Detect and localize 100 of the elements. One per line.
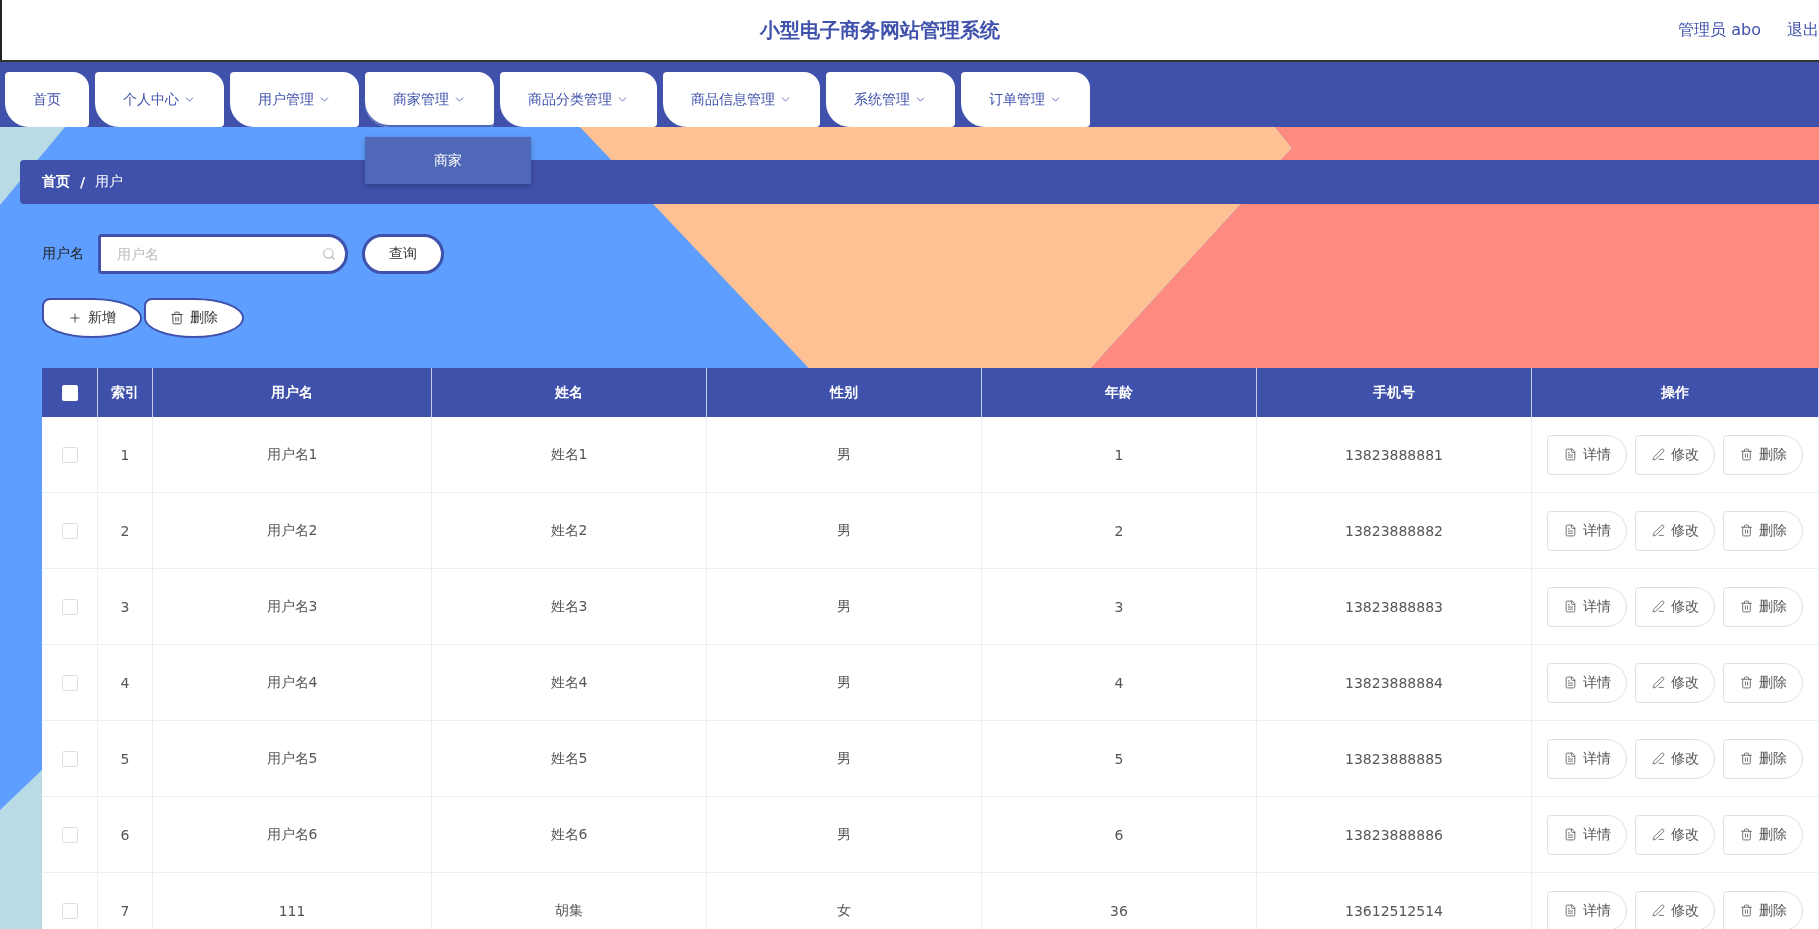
plus-icon bbox=[68, 311, 82, 325]
table-cell: 13823888885 bbox=[1257, 721, 1532, 797]
pen-icon bbox=[1651, 904, 1665, 917]
table-cell: 用户名3 bbox=[153, 569, 432, 645]
table-cell: 7 bbox=[98, 873, 153, 929]
nav-tab[interactable]: 订单管理 bbox=[961, 72, 1090, 127]
pen-icon bbox=[1651, 676, 1665, 689]
edit-button[interactable]: 修改 bbox=[1635, 510, 1715, 551]
row-checkbox[interactable] bbox=[61, 750, 78, 767]
table-cell: 13612512514 bbox=[1257, 873, 1532, 929]
search-field[interactable]: 用户名 bbox=[98, 234, 348, 274]
table-cell: 1 bbox=[982, 417, 1257, 493]
delete-button[interactable]: 删除 bbox=[1723, 586, 1803, 627]
user-name: 管理员 abo bbox=[1678, 19, 1761, 41]
table-cell: 13823888883 bbox=[1257, 569, 1532, 645]
column-header: 年龄 bbox=[982, 368, 1257, 417]
row-checkbox[interactable] bbox=[61, 598, 78, 615]
trash-icon bbox=[1739, 676, 1753, 689]
nav-tab[interactable]: 商品信息管理 bbox=[663, 72, 820, 127]
pen-icon bbox=[1651, 828, 1665, 841]
detail-button[interactable]: 详情 bbox=[1547, 814, 1627, 855]
table-cell: 111 bbox=[153, 873, 432, 929]
trash-icon bbox=[1739, 904, 1753, 917]
column-header: 操作 bbox=[1532, 368, 1819, 417]
detail-button[interactable]: 详情 bbox=[1547, 586, 1627, 627]
row-checkbox[interactable] bbox=[61, 522, 78, 539]
detail-button[interactable]: 详情 bbox=[1547, 510, 1627, 551]
detail-button[interactable]: 详情 bbox=[1547, 890, 1627, 929]
table-cell: 男 bbox=[707, 645, 982, 721]
row-checkbox[interactable] bbox=[61, 674, 78, 691]
table-cell: 姓名1 bbox=[432, 417, 707, 493]
table-cell: 13823888881 bbox=[1257, 417, 1532, 493]
table-cell: 姓名3 bbox=[432, 569, 707, 645]
table-cell: 1 bbox=[98, 417, 153, 493]
edit-button[interactable]: 修改 bbox=[1635, 814, 1715, 855]
table-cell: 6 bbox=[982, 797, 1257, 873]
nav-tab[interactable]: 个人中心 bbox=[95, 72, 224, 127]
pen-icon bbox=[1651, 524, 1665, 537]
delete-button[interactable]: 删除 bbox=[1723, 434, 1803, 475]
table-cell: 姓名2 bbox=[432, 493, 707, 569]
detail-button[interactable]: 详情 bbox=[1547, 662, 1627, 703]
row-checkbox[interactable] bbox=[61, 446, 78, 463]
table-cell: 用户名5 bbox=[153, 721, 432, 797]
table-cell: 男 bbox=[707, 569, 982, 645]
logout-link[interactable]: 退出 bbox=[1787, 19, 1819, 41]
table-cell: 姓名6 bbox=[432, 797, 707, 873]
nav-tab[interactable]: 商品分类管理 bbox=[500, 72, 657, 127]
nav-tab[interactable]: 用户管理 bbox=[230, 72, 359, 127]
edit-button[interactable]: 修改 bbox=[1635, 434, 1715, 475]
table-cell: 胡集 bbox=[432, 873, 707, 929]
edit-button[interactable]: 修改 bbox=[1635, 890, 1715, 929]
table-cell: 2 bbox=[98, 493, 153, 569]
trash-icon bbox=[1739, 448, 1753, 461]
pen-icon bbox=[1651, 752, 1665, 765]
trash-icon bbox=[1739, 524, 1753, 537]
document-icon bbox=[1563, 904, 1577, 917]
edit-button[interactable]: 修改 bbox=[1635, 662, 1715, 703]
table-cell: 13823888884 bbox=[1257, 645, 1532, 721]
delete-button[interactable]: 删除 bbox=[1723, 738, 1803, 779]
nav-tab[interactable]: 首页 bbox=[5, 72, 89, 127]
delete-button[interactable]: 删除 bbox=[1723, 814, 1803, 855]
delete-button[interactable]: 删除 bbox=[1723, 510, 1803, 551]
select-all-checkbox[interactable] bbox=[61, 384, 78, 401]
table-cell: 3 bbox=[98, 569, 153, 645]
column-header: 姓名 bbox=[432, 368, 707, 417]
table-cell: 3 bbox=[982, 569, 1257, 645]
app-title: 小型电子商务网站管理系统 bbox=[758, 16, 1002, 44]
row-checkbox[interactable] bbox=[61, 826, 78, 843]
edit-button[interactable]: 修改 bbox=[1635, 738, 1715, 779]
trash-icon bbox=[1739, 752, 1753, 765]
query-button[interactable]: 查询 bbox=[362, 234, 444, 274]
table-cell: 4 bbox=[982, 645, 1257, 721]
nav-tab[interactable]: 系统管理 bbox=[826, 72, 955, 127]
table-cell: 姓名5 bbox=[432, 721, 707, 797]
delete-button[interactable]: 删除 bbox=[1723, 662, 1803, 703]
detail-button[interactable]: 详情 bbox=[1547, 434, 1627, 475]
table-cell: 13823888882 bbox=[1257, 493, 1532, 569]
menu-item[interactable]: 商家 bbox=[365, 137, 531, 184]
breadcrumb-item[interactable]: 首页 bbox=[42, 173, 70, 191]
document-icon bbox=[1563, 752, 1577, 765]
detail-button[interactable]: 详情 bbox=[1547, 738, 1627, 779]
table-cell: 5 bbox=[982, 721, 1257, 797]
row-checkbox[interactable] bbox=[61, 902, 78, 919]
trash-icon bbox=[170, 311, 184, 325]
breadcrumb-separator: / bbox=[80, 174, 86, 190]
table-cell: 6 bbox=[98, 797, 153, 873]
table-cell: 用户名2 bbox=[153, 493, 432, 569]
table-cell: 13823888886 bbox=[1257, 797, 1532, 873]
document-icon bbox=[1563, 828, 1577, 841]
table-cell: 女 bbox=[707, 873, 982, 929]
edit-button[interactable]: 修改 bbox=[1635, 586, 1715, 627]
delete-button[interactable]: 删除 bbox=[1723, 890, 1803, 929]
table-cell: 5 bbox=[98, 721, 153, 797]
search-label: 用户名 bbox=[42, 245, 84, 263]
column-header: 性别 bbox=[707, 368, 982, 417]
column-header: 索引 bbox=[98, 368, 153, 417]
document-icon bbox=[1563, 448, 1577, 461]
trash-icon bbox=[1739, 600, 1753, 613]
pen-icon bbox=[1651, 448, 1665, 461]
breadcrumb-item: 用户 bbox=[95, 173, 124, 191]
